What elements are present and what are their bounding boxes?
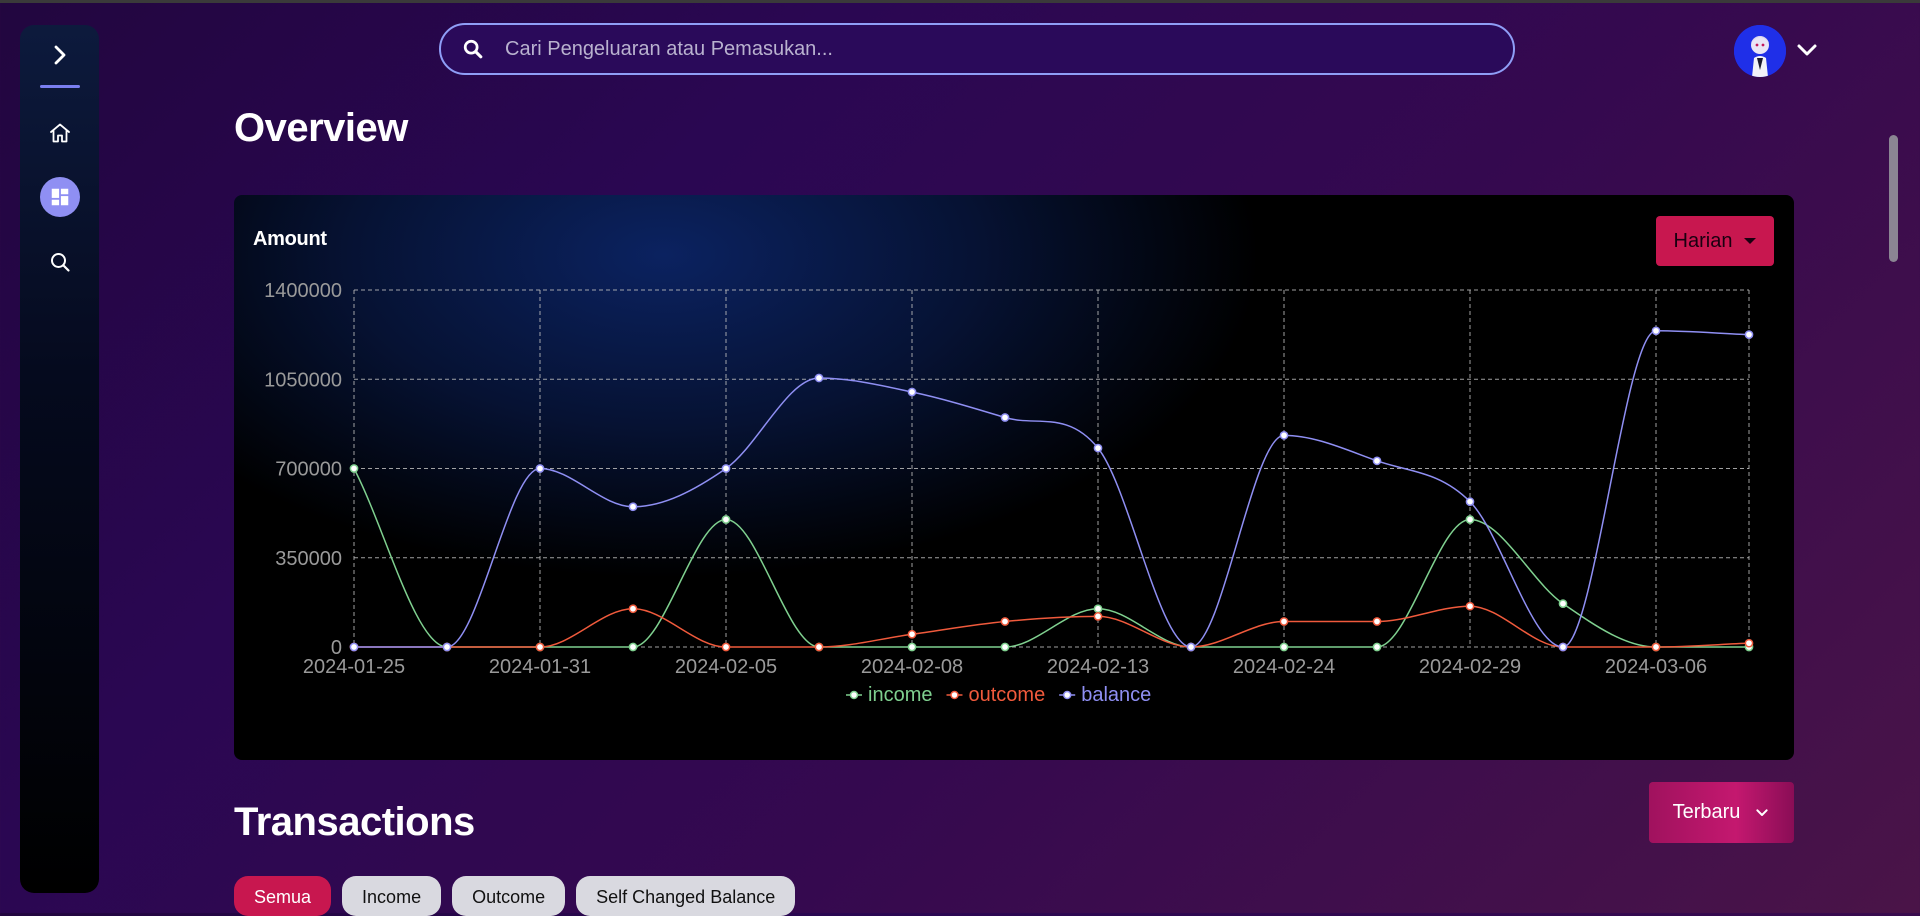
transactions-heading: Transactions bbox=[234, 800, 475, 844]
home-icon bbox=[49, 123, 70, 143]
x-tick-label: 2024-01-31 bbox=[489, 656, 591, 678]
overview-heading: Overview bbox=[234, 106, 408, 150]
legend-swatch-point-balance bbox=[1062, 690, 1072, 700]
data-point-balance bbox=[814, 373, 824, 383]
legend-swatch-point-income bbox=[849, 690, 859, 700]
data-point-outcome bbox=[907, 629, 917, 639]
sidebar bbox=[20, 25, 99, 893]
x-tick-label: 2024-02-08 bbox=[861, 656, 963, 678]
data-point-income bbox=[907, 642, 917, 652]
page-scrollbar-thumb[interactable] bbox=[1889, 135, 1898, 262]
data-point-outcome bbox=[814, 642, 824, 652]
data-point-balance bbox=[907, 387, 917, 397]
window-top-border bbox=[0, 0, 1920, 3]
chevron-right-icon bbox=[54, 45, 65, 65]
data-point-balance bbox=[1651, 326, 1661, 336]
data-point-income bbox=[1372, 642, 1382, 652]
data-point-balance bbox=[442, 642, 452, 652]
avatar[interactable] bbox=[1734, 25, 1786, 77]
x-tick-label: 2024-02-05 bbox=[675, 656, 777, 678]
search-icon bbox=[461, 37, 485, 61]
data-point-balance bbox=[1186, 642, 1196, 652]
x-tick-label: 2024-01-25 bbox=[303, 656, 405, 678]
data-point-balance bbox=[721, 464, 731, 473]
sidebar-item-home[interactable] bbox=[20, 111, 99, 155]
chevron-down-icon[interactable] bbox=[1795, 38, 1819, 62]
x-tick-label: 2024-02-13 bbox=[1047, 656, 1149, 678]
dashboard-icon bbox=[51, 188, 68, 206]
legend-label-income: income bbox=[868, 684, 932, 706]
data-point-outcome bbox=[721, 642, 731, 652]
chevron-down-icon bbox=[1756, 808, 1769, 816]
transaction-filter-chips: Semua Income Outcome Self Changed Balanc… bbox=[234, 876, 796, 916]
filter-chip-self-changed-balance[interactable]: Self Changed Balance bbox=[576, 876, 796, 916]
search-icon bbox=[50, 253, 70, 272]
data-point-balance bbox=[1372, 456, 1382, 466]
sidebar-item-search[interactable] bbox=[20, 240, 99, 284]
filter-chip-income[interactable]: Income bbox=[342, 876, 442, 916]
data-point-balance bbox=[1000, 413, 1010, 422]
data-point-income bbox=[721, 515, 731, 524]
data-point-outcome bbox=[1651, 642, 1661, 652]
data-point-outcome bbox=[1279, 617, 1289, 626]
data-point-balance bbox=[1465, 497, 1475, 506]
data-point-balance bbox=[1744, 330, 1754, 339]
legend-label-outcome: outcome bbox=[968, 684, 1045, 706]
data-point-balance bbox=[1093, 443, 1103, 453]
sort-label: Terbaru bbox=[1672, 801, 1741, 823]
series-line-outcome bbox=[354, 605, 1750, 648]
data-point-outcome bbox=[1744, 638, 1754, 648]
data-point-balance bbox=[535, 464, 545, 473]
data-point-balance bbox=[1558, 642, 1568, 652]
y-tick-label: 1050000 bbox=[264, 369, 342, 391]
data-point-income bbox=[1093, 604, 1103, 614]
avatar-image bbox=[1734, 25, 1786, 77]
y-tick-label: 350000 bbox=[275, 548, 342, 570]
legend-label-balance: balance bbox=[1081, 684, 1151, 706]
data-point-outcome bbox=[1465, 601, 1475, 611]
data-point-income bbox=[628, 642, 638, 652]
data-point-outcome bbox=[535, 642, 545, 652]
data-point-outcome bbox=[628, 604, 638, 614]
data-point-balance bbox=[349, 642, 359, 652]
data-point-outcome bbox=[1000, 617, 1010, 626]
series-line-balance bbox=[354, 330, 1750, 648]
data-point-balance bbox=[628, 502, 638, 512]
data-point-outcome bbox=[1093, 612, 1103, 621]
filter-chip-outcome[interactable]: Outcome bbox=[452, 876, 566, 916]
search-input[interactable] bbox=[503, 36, 1513, 62]
sidebar-divider bbox=[40, 85, 80, 88]
legend-swatch-point-outcome bbox=[950, 690, 959, 700]
amount-line-chart: 0350000700000105000014000002024-01-25 202… bbox=[264, 280, 1754, 706]
data-point-income bbox=[1558, 599, 1568, 608]
data-point-income bbox=[1465, 515, 1475, 524]
data-point-income bbox=[1279, 642, 1289, 652]
y-tick-label: 700000 bbox=[275, 459, 342, 481]
filter-chip-all[interactable]: Semua bbox=[234, 876, 332, 916]
data-point-balance bbox=[1279, 431, 1289, 440]
x-tick-label: 2024-03-06 bbox=[1605, 656, 1707, 678]
data-point-income bbox=[349, 464, 359, 473]
search-bar[interactable] bbox=[439, 23, 1515, 75]
x-tick-label: 2024-02-24 bbox=[1233, 656, 1335, 678]
y-tick-label: 1400000 bbox=[264, 280, 342, 302]
dashboard-active-indicator bbox=[39, 177, 80, 217]
sidebar-toggle-button[interactable] bbox=[20, 33, 99, 77]
sidebar-item-dashboard[interactable] bbox=[20, 175, 99, 219]
amount-chart-card: Amount Harian 0 350000 700000 1050000 140000… bbox=[234, 195, 1794, 760]
x-tick-label: 2024-02-29 bbox=[1419, 656, 1521, 678]
data-point-income bbox=[1000, 642, 1010, 652]
sort-dropdown-button[interactable]: Terbaru bbox=[1649, 782, 1794, 843]
data-point-outcome bbox=[1372, 617, 1382, 626]
